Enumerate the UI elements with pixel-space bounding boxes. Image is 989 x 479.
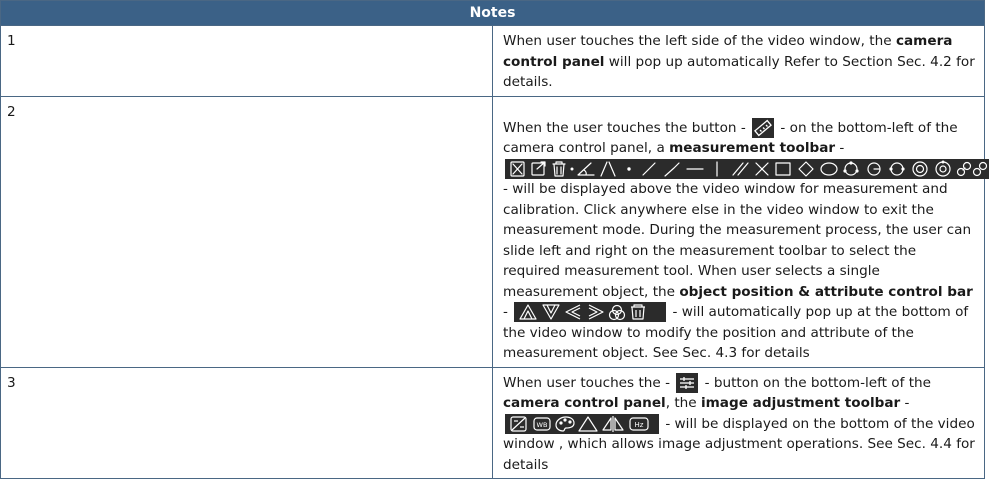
notes-title: Notes [0,0,985,26]
svg-text:WB: WB [537,421,548,429]
two-lines-angle-icon [600,160,616,177]
color-icon [609,304,626,321]
table-row: 3 When user touches the - - button on th… [0,366,985,479]
arc-icon [889,161,905,176]
parallel-lines-icon [732,161,749,176]
angle-icon [577,161,595,176]
point-icon [570,167,574,171]
triangle-icon [578,415,598,432]
term-measurement-toolbar: measurement toolbar [669,140,836,156]
position-attribute-strip [514,302,667,322]
row-text: When the user touches the button - - on … [492,95,989,368]
notes-header-row: Notes [0,0,985,26]
rectangle-icon [775,161,791,176]
circle-center-icon [867,161,881,176]
concentric-circles-icon [912,160,928,177]
measurement-toolbar-strip [505,158,989,179]
row-text: When user touches the - - button on the … [492,366,985,479]
row-number: 2 [0,95,493,368]
text-segment: - button on the bottom-left of the [700,374,932,391]
point-icon [627,166,631,171]
export-icon [531,160,546,176]
ring-icon [935,159,951,177]
term-image-adjustment-toolbar: image adjustment toolbar [700,395,901,411]
delete-icon [631,304,646,320]
cross-lines-icon [755,161,769,176]
link-alt-icon [972,161,988,176]
table-row: 2 When the user touches the button - - o… [0,95,989,368]
ellipse-icon [820,161,838,176]
hz-icon: Hz [629,416,649,431]
text-segment: When user touches the left side of the v… [503,33,896,49]
term-object-position-attribute-control-bar: object position & attribute control bar [679,283,973,300]
move-up-icon [519,304,537,320]
sliders-icon [676,372,699,393]
row-number: 1 [0,25,493,97]
text-segment: - [503,304,513,320]
circle-3point-icon [843,160,859,176]
table-row: 1 When user touches the left side of the… [0,25,985,97]
row-number: 3 [0,366,493,479]
move-right-icon [588,304,604,320]
text-segment: When the user touches the button - [503,119,751,136]
move-down-icon [542,304,560,320]
mirror-icon [602,415,624,432]
term-camera-control-panel: camera control panel [503,395,666,411]
delete-all-icon [510,160,525,177]
polyline-icon [664,161,680,177]
svg-text:Hz: Hz [635,421,644,429]
row-text: When user touches the left side of the v… [492,25,985,97]
text-segment: - will be displayed above the video wind… [503,181,972,300]
white-balance-icon: WB [533,416,551,431]
text-segment: , the [665,395,701,411]
color-palette-icon [555,415,575,432]
exposure-icon [510,415,527,432]
notes-table: Notes 1 When user touches the left side … [0,0,989,479]
link-icon [956,161,972,176]
line-icon [642,161,656,176]
ruler-icon [752,117,775,138]
text-segment: - [900,395,910,411]
text-segment: - [835,140,845,156]
trash-icon [552,160,566,177]
text-segment: When user touches the - [503,374,675,391]
diamond-icon [798,160,814,177]
image-adjust-strip: WB Hz [505,413,659,434]
move-left-icon [565,304,581,320]
